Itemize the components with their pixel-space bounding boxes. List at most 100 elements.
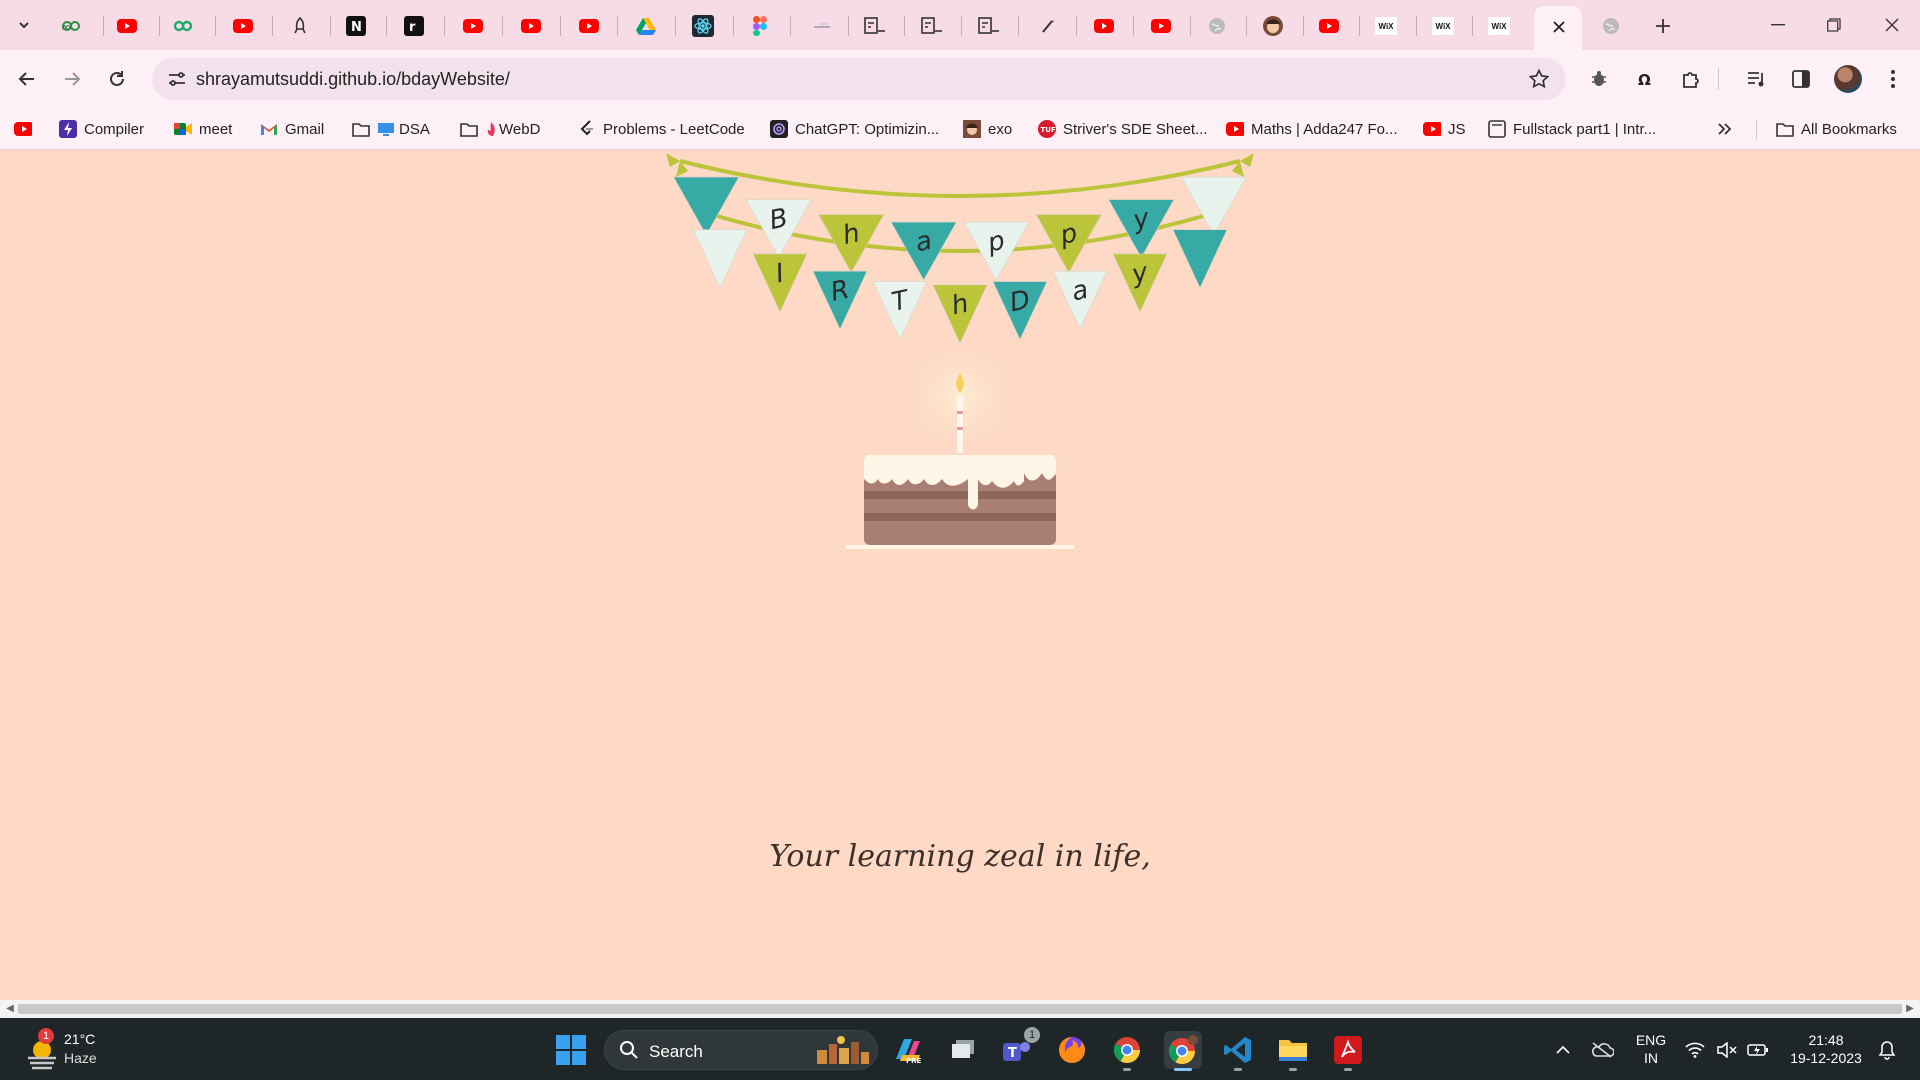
tab-notion[interactable]: N	[341, 11, 371, 41]
site-info-button[interactable]	[162, 64, 192, 94]
taskbar-vscode[interactable]	[1219, 1031, 1257, 1071]
taskbar-task-view[interactable]	[944, 1031, 982, 1069]
banner-flag	[1172, 229, 1228, 289]
tab-wand[interactable]	[1033, 11, 1063, 41]
scrollbar-thumb[interactable]	[18, 1004, 1902, 1014]
browser-menu-button[interactable]	[1876, 62, 1910, 96]
taskbar-acrobat[interactable]	[1329, 1031, 1367, 1071]
scroll-right-arrow[interactable]: ▶	[1904, 1003, 1916, 1015]
bookmark-folder-dsa[interactable]: DSA	[352, 116, 430, 142]
tab-wix[interactable]: WiX	[1371, 11, 1401, 41]
tab-youtube[interactable]	[1314, 11, 1344, 41]
taskbar-chrome[interactable]	[1108, 1031, 1146, 1071]
star-icon	[1529, 69, 1549, 89]
scroll-left-arrow[interactable]: ◀	[4, 1003, 16, 1015]
bookmark-youtube[interactable]	[14, 116, 39, 142]
back-button[interactable]	[10, 62, 44, 96]
address-bar[interactable]: shrayamutsuddi.github.io/bdayWebsite/	[152, 58, 1566, 100]
more-bookmarks-button[interactable]	[1718, 116, 1738, 142]
running-indicator	[1234, 1068, 1242, 1071]
extension-omega-button[interactable]: Ω	[1628, 62, 1662, 96]
tab-youtube[interactable]	[574, 11, 604, 41]
tab-react[interactable]	[688, 11, 718, 41]
wifi-status[interactable]	[1684, 1038, 1706, 1062]
minimize-button[interactable]	[1750, 0, 1806, 50]
taskbar-chrome-profile[interactable]	[1164, 1031, 1202, 1071]
tab-figma[interactable]	[745, 11, 775, 41]
taskbar-search[interactable]: Search	[604, 1030, 878, 1070]
extensions-button[interactable]	[1674, 62, 1708, 96]
youtube-icon	[463, 19, 483, 33]
tab-active-bday-website[interactable]	[1534, 6, 1582, 50]
extension-bug-button[interactable]	[1582, 62, 1616, 96]
language-indicator[interactable]: ENG IN	[1630, 1031, 1672, 1067]
horizontal-scrollbar[interactable]: ◀ ▶	[0, 1000, 1920, 1018]
bookmark-striver[interactable]: TUF Striver's SDE Sheet...	[1038, 116, 1208, 142]
bookmark-star-button[interactable]	[1524, 64, 1554, 94]
tab-youtube[interactable]	[1146, 11, 1176, 41]
tab-blank[interactable]	[807, 11, 837, 41]
close-tab-button[interactable]	[1550, 18, 1568, 36]
tab-codepen[interactable]	[917, 11, 947, 41]
restore-button[interactable]	[1806, 0, 1862, 50]
bookmark-compiler[interactable]: Compiler	[59, 116, 144, 142]
bookmark-meet[interactable]: meet	[174, 116, 232, 142]
onedrive-status[interactable]	[1590, 1038, 1614, 1062]
bookmark-js[interactable]: JS	[1423, 116, 1466, 142]
show-hidden-icons-button[interactable]	[1552, 1038, 1574, 1062]
bookmark-exo[interactable]: exo	[963, 116, 1012, 142]
start-button[interactable]	[554, 1033, 588, 1067]
tab-globe[interactable]	[1202, 11, 1232, 41]
tab-wix[interactable]: WiX	[1428, 11, 1458, 41]
bookmark-label: All Bookmarks	[1801, 120, 1897, 138]
bookmark-fullstack[interactable]: Fullstack part1 | Intr...	[1488, 116, 1656, 142]
clock[interactable]: 21:48 19-12-2023	[1778, 1031, 1874, 1067]
bookmark-gmail[interactable]: Gmail	[260, 116, 324, 142]
all-bookmarks-button[interactable]: All Bookmarks	[1776, 116, 1897, 142]
taskbar-firefox[interactable]	[1053, 1031, 1091, 1069]
restore-icon	[1827, 18, 1841, 32]
bookmark-folder-webd[interactable]: WebD	[460, 116, 540, 142]
tab-wix[interactable]: WiX	[1484, 11, 1514, 41]
close-window-button[interactable]	[1864, 0, 1920, 50]
tab-separator	[1076, 16, 1077, 36]
tab-youtube[interactable]	[228, 11, 258, 41]
volume-status[interactable]	[1716, 1038, 1738, 1062]
tab-youtube[interactable]	[516, 11, 546, 41]
notifications-button[interactable]	[1876, 1038, 1898, 1062]
bookmark-chatgpt[interactable]: ChatGPT: Optimizin...	[770, 116, 939, 142]
tab-leetcode-infinity[interactable]	[168, 11, 198, 41]
folder-icon	[1776, 120, 1794, 138]
tab-codepen[interactable]	[974, 11, 1004, 41]
tab-search-button[interactable]	[8, 9, 40, 41]
forward-button[interactable]	[55, 62, 89, 96]
taskbar-copilot[interactable]: PRE	[888, 1031, 926, 1069]
reload-button[interactable]	[100, 62, 134, 96]
tab-google-drive[interactable]	[631, 11, 661, 41]
tab-codepen[interactable]	[860, 11, 890, 41]
bookmark-maths-adda247[interactable]: Maths | Adda247 Fo...	[1226, 116, 1397, 142]
taskbar-teams[interactable]: T 1	[998, 1027, 1040, 1069]
profile-avatar[interactable]	[1834, 65, 1862, 93]
bookmark-label: Striver's SDE Sheet...	[1063, 120, 1208, 138]
tab-youtube[interactable]	[1089, 11, 1119, 41]
tab-youtube[interactable]	[458, 11, 488, 41]
notion-icon: N	[346, 16, 366, 36]
bookmark-leetcode[interactable]: Problems - LeetCode	[578, 116, 745, 142]
tab-avatar[interactable]	[1258, 11, 1288, 41]
side-panel-button[interactable]	[1784, 62, 1818, 96]
url-text[interactable]: shrayamutsuddi.github.io/bdayWebsite/	[196, 69, 510, 90]
tab-rocket[interactable]	[285, 11, 315, 41]
new-tab-button[interactable]	[1648, 11, 1678, 41]
tab-notion[interactable]: r	[399, 11, 429, 41]
battery-status[interactable]	[1746, 1038, 1770, 1062]
taskbar-file-explorer[interactable]	[1274, 1031, 1312, 1071]
tab-geeksforgeeks[interactable]: ∞	[56, 11, 86, 41]
tab-youtube[interactable]	[112, 11, 142, 41]
blank-page-icon	[814, 23, 830, 28]
arrow-left-icon	[18, 72, 34, 86]
figma-icon	[753, 16, 767, 36]
weather-widget[interactable]: 1 21°C Haze	[20, 1028, 140, 1072]
media-controls-button[interactable]	[1740, 62, 1774, 96]
tab-globe[interactable]	[1596, 11, 1626, 41]
